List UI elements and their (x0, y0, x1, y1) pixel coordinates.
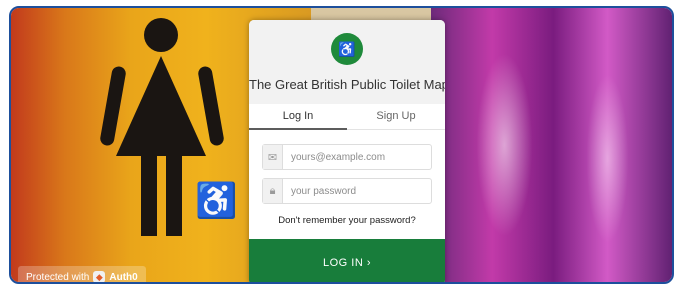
forgot-password-link[interactable]: Don't remember your password? (262, 215, 432, 226)
envelope-icon: ✉ (263, 145, 283, 169)
email-input[interactable] (283, 145, 431, 169)
page-frame: ♿ Protected with ◆ Auth0 ♿ The Great Bri… (9, 6, 674, 284)
background-photo-right (431, 8, 672, 282)
toilet-sign-woman-leg (166, 156, 182, 236)
toilet-sign-woman-head (144, 18, 178, 52)
wheelchair-icon: ♿ (195, 182, 238, 220)
toilet-sign-woman-body (116, 56, 206, 156)
auth0-badge[interactable]: Protected with ◆ Auth0 (18, 266, 146, 283)
email-field-group: ✉ (262, 144, 432, 170)
password-field-group: 🔒︎ (262, 178, 432, 204)
people-wheelchair-logo-icon: ♿ (331, 33, 363, 65)
password-input[interactable] (283, 179, 431, 203)
card-header: ♿ The Great British Public Toilet Map (249, 20, 445, 104)
toilet-sign-woman-leg (141, 156, 157, 236)
tab-log-in[interactable]: Log In (249, 104, 347, 130)
login-card: ♿ The Great British Public Toilet Map Lo… (249, 20, 445, 282)
auth0-shield-icon: ◆ (93, 271, 106, 282)
badge-prefix: Protected with (26, 271, 90, 283)
log-in-button[interactable]: LOG IN › (249, 239, 445, 282)
tab-sign-up[interactable]: Sign Up (347, 104, 445, 129)
badge-brand: Auth0 (109, 271, 138, 283)
form-body: ✉ 🔒︎ Don't remember your password? (249, 130, 445, 226)
lock-icon: 🔒︎ (263, 179, 283, 203)
app-title: The Great British Public Toilet Map (249, 77, 445, 92)
auth-tabs: Log In Sign Up (249, 104, 445, 130)
